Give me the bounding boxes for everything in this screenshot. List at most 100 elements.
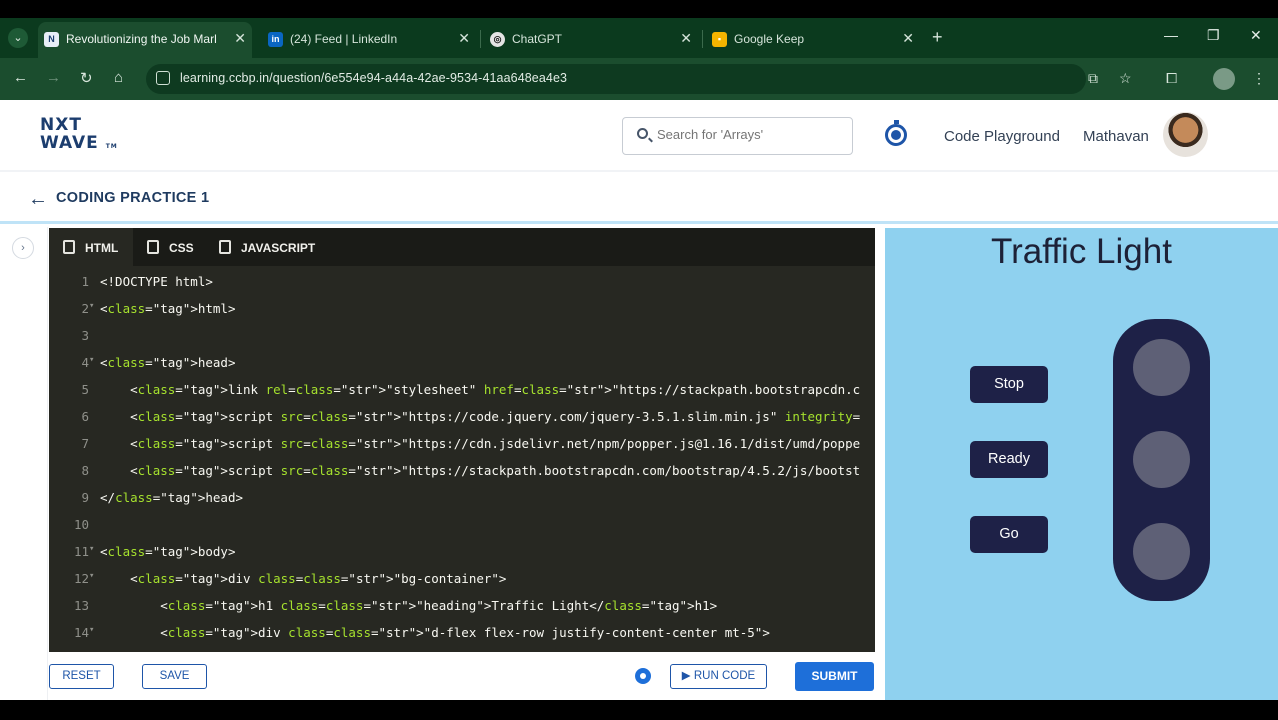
css-file-icon — [147, 240, 159, 254]
back-icon[interactable]: ← — [13, 69, 28, 86]
code-text: <class="tag">div class=class="str">"bg-c… — [100, 571, 507, 586]
ready-button[interactable]: Ready — [970, 441, 1048, 478]
tab-title: Google Keep — [734, 32, 805, 46]
restore-icon[interactable]: ❐ — [1207, 27, 1220, 44]
new-tab-icon[interactable]: + — [932, 27, 943, 48]
nxtwave-logo[interactable]: NXT WAVE TM — [40, 116, 118, 156]
browser-tab[interactable]: N Revolutionizing the Job Market ✕ — [38, 22, 252, 58]
code-line[interactable]: 14 ▾ <class="tag">div class=class="str">"… — [49, 625, 875, 652]
expand-panel-icon[interactable]: › — [12, 237, 34, 259]
browser-tab[interactable]: ▪ Google Keep ✕ — [706, 22, 920, 58]
code-line[interactable]: 7 <class="tag">script src=class="str">"h… — [49, 436, 875, 463]
run-code-button[interactable]: ▶ RUN CODE — [670, 664, 767, 689]
site-info-icon[interactable] — [156, 71, 170, 85]
submit-button[interactable]: SUBMIT — [795, 662, 874, 691]
forward-icon[interactable]: → — [46, 69, 61, 86]
preview-heading: Traffic Light — [991, 232, 1172, 271]
code-playground-link[interactable]: Code Playground — [944, 128, 1060, 145]
code-line[interactable]: 3 — [49, 328, 875, 355]
line-number: 10 — [73, 517, 89, 532]
more-menu-icon[interactable]: ⋮ — [1252, 70, 1266, 87]
line-number: 2 — [81, 301, 89, 316]
editor-tabs: HTML CSS JAVASCRIPT — [49, 228, 875, 266]
line-number: 14 — [73, 625, 89, 640]
tab-css[interactable]: CSS — [133, 228, 205, 266]
code-line[interactable]: 4 ▾ <class="tag">head> — [49, 355, 875, 382]
html-file-icon — [63, 240, 75, 254]
extensions-icon[interactable]: ⧠ — [1166, 70, 1177, 87]
timer-icon[interactable] — [885, 120, 907, 146]
profile-avatar[interactable] — [1213, 68, 1235, 90]
code-text: <class="tag">script src=class="str">"htt… — [100, 463, 860, 478]
line-number: 1 — [81, 274, 89, 289]
reset-button[interactable]: RESET — [49, 664, 114, 689]
code-line[interactable]: 6 <class="tag">script src=class="str">"h… — [49, 409, 875, 436]
code-line[interactable]: 1 <!DOCTYPE html> — [49, 274, 875, 301]
line-number: 5 — [81, 382, 89, 397]
fold-icon[interactable]: ▾ — [89, 544, 94, 554]
fold-icon[interactable]: ▾ — [89, 355, 94, 365]
close-icon[interactable]: ✕ — [234, 30, 246, 47]
code-line[interactable]: 11 ▾ <class="tag">body> — [49, 544, 875, 571]
user-name[interactable]: Mathavan — [1083, 128, 1149, 145]
fold-icon[interactable]: ▾ — [89, 625, 94, 635]
gear-icon[interactable] — [635, 668, 651, 684]
browser-tab[interactable]: in (24) Feed | LinkedIn ✕ — [262, 22, 476, 58]
install-app-icon[interactable]: ⧉ — [1088, 70, 1098, 87]
line-number: 4 — [81, 355, 89, 370]
save-button[interactable]: SAVE — [142, 664, 207, 689]
code-line[interactable]: 8 <class="tag">script src=class="str">"h… — [49, 463, 875, 490]
home-icon[interactable]: ⌂ — [114, 69, 123, 86]
code-line[interactable]: 5 <class="tag">link rel=class="str">"sty… — [49, 382, 875, 409]
tab-javascript[interactable]: JAVASCRIPT — [205, 228, 325, 266]
address-bar[interactable]: learning.ccbp.in/question/6e554e94-a44a-… — [146, 64, 1086, 94]
line-number: 11 — [73, 544, 89, 559]
go-button[interactable]: Go — [970, 516, 1048, 553]
line-number: 3 — [81, 328, 89, 343]
minimize-icon[interactable]: — — [1164, 27, 1178, 43]
code-line[interactable]: 10 — [49, 517, 875, 544]
close-window-icon[interactable]: ✕ — [1250, 27, 1262, 44]
code-text: <class="tag">h1 class=class="str">"headi… — [100, 598, 718, 613]
close-icon[interactable]: ✕ — [680, 30, 692, 47]
reload-icon[interactable]: ↻ — [80, 69, 93, 87]
code-line[interactable]: 13 <class="tag">h1 class=class="str">"he… — [49, 598, 875, 625]
page-title: CODING PRACTICE 1 — [56, 190, 210, 206]
stop-light — [1133, 339, 1190, 396]
url-text: learning.ccbp.in/question/6e554e94-a44a-… — [180, 71, 568, 85]
tab-search-icon[interactable]: ⌄ — [8, 28, 28, 48]
close-icon[interactable]: ✕ — [458, 30, 470, 47]
fold-icon[interactable]: ▾ — [89, 571, 94, 581]
code-line[interactable]: 9 </class="tag">head> — [49, 490, 875, 517]
code-text: <!DOCTYPE html> — [100, 274, 213, 289]
search-input[interactable] — [657, 127, 847, 142]
search-box[interactable] — [622, 117, 853, 155]
logo-line-1: NXT — [40, 115, 82, 135]
stop-button[interactable]: Stop — [970, 366, 1048, 403]
play-icon: ▶ — [681, 670, 691, 682]
code-area[interactable]: 1 <!DOCTYPE html> 2 ▾ <class="tag">html> 3 4 ▾ <… — [49, 266, 875, 652]
code-line[interactable]: 2 ▾ <class="tag">html> — [49, 301, 875, 328]
avatar[interactable] — [1163, 112, 1208, 157]
code-text: <class="tag">head> — [100, 355, 236, 370]
tab-title: ChatGPT — [512, 32, 563, 46]
nxtwave-icon: N — [44, 32, 59, 47]
line-number: 9 — [81, 490, 89, 505]
line-number: 7 — [81, 436, 89, 451]
line-number: 6 — [81, 409, 89, 424]
browser-tab[interactable]: ◎ ChatGPT ✕ — [484, 22, 698, 58]
code-text: <class="tag">html> — [100, 301, 236, 316]
bookmark-star-icon[interactable]: ☆ — [1119, 70, 1132, 87]
line-number: 8 — [81, 463, 89, 478]
breadcrumb: ← CODING PRACTICE 1 — [0, 174, 1278, 224]
close-icon[interactable]: ✕ — [902, 30, 914, 47]
code-editor[interactable]: HTML CSS JAVASCRIPT 1 <!DOCTYPE html> 2 ▾ <c… — [49, 228, 875, 652]
tab-html[interactable]: HTML — [49, 228, 133, 266]
back-arrow-icon[interactable]: ← — [28, 188, 48, 211]
left-rail: › — [0, 227, 48, 700]
ready-light — [1133, 431, 1190, 488]
code-line[interactable]: 12 ▾ <class="tag">div class=class="str">"… — [49, 571, 875, 598]
fold-icon[interactable]: ▾ — [89, 301, 94, 311]
editor-actions: RESET SAVE ▶ RUN CODE SUBMIT — [49, 652, 875, 700]
logo-line-2: WAVE TM — [40, 134, 118, 156]
